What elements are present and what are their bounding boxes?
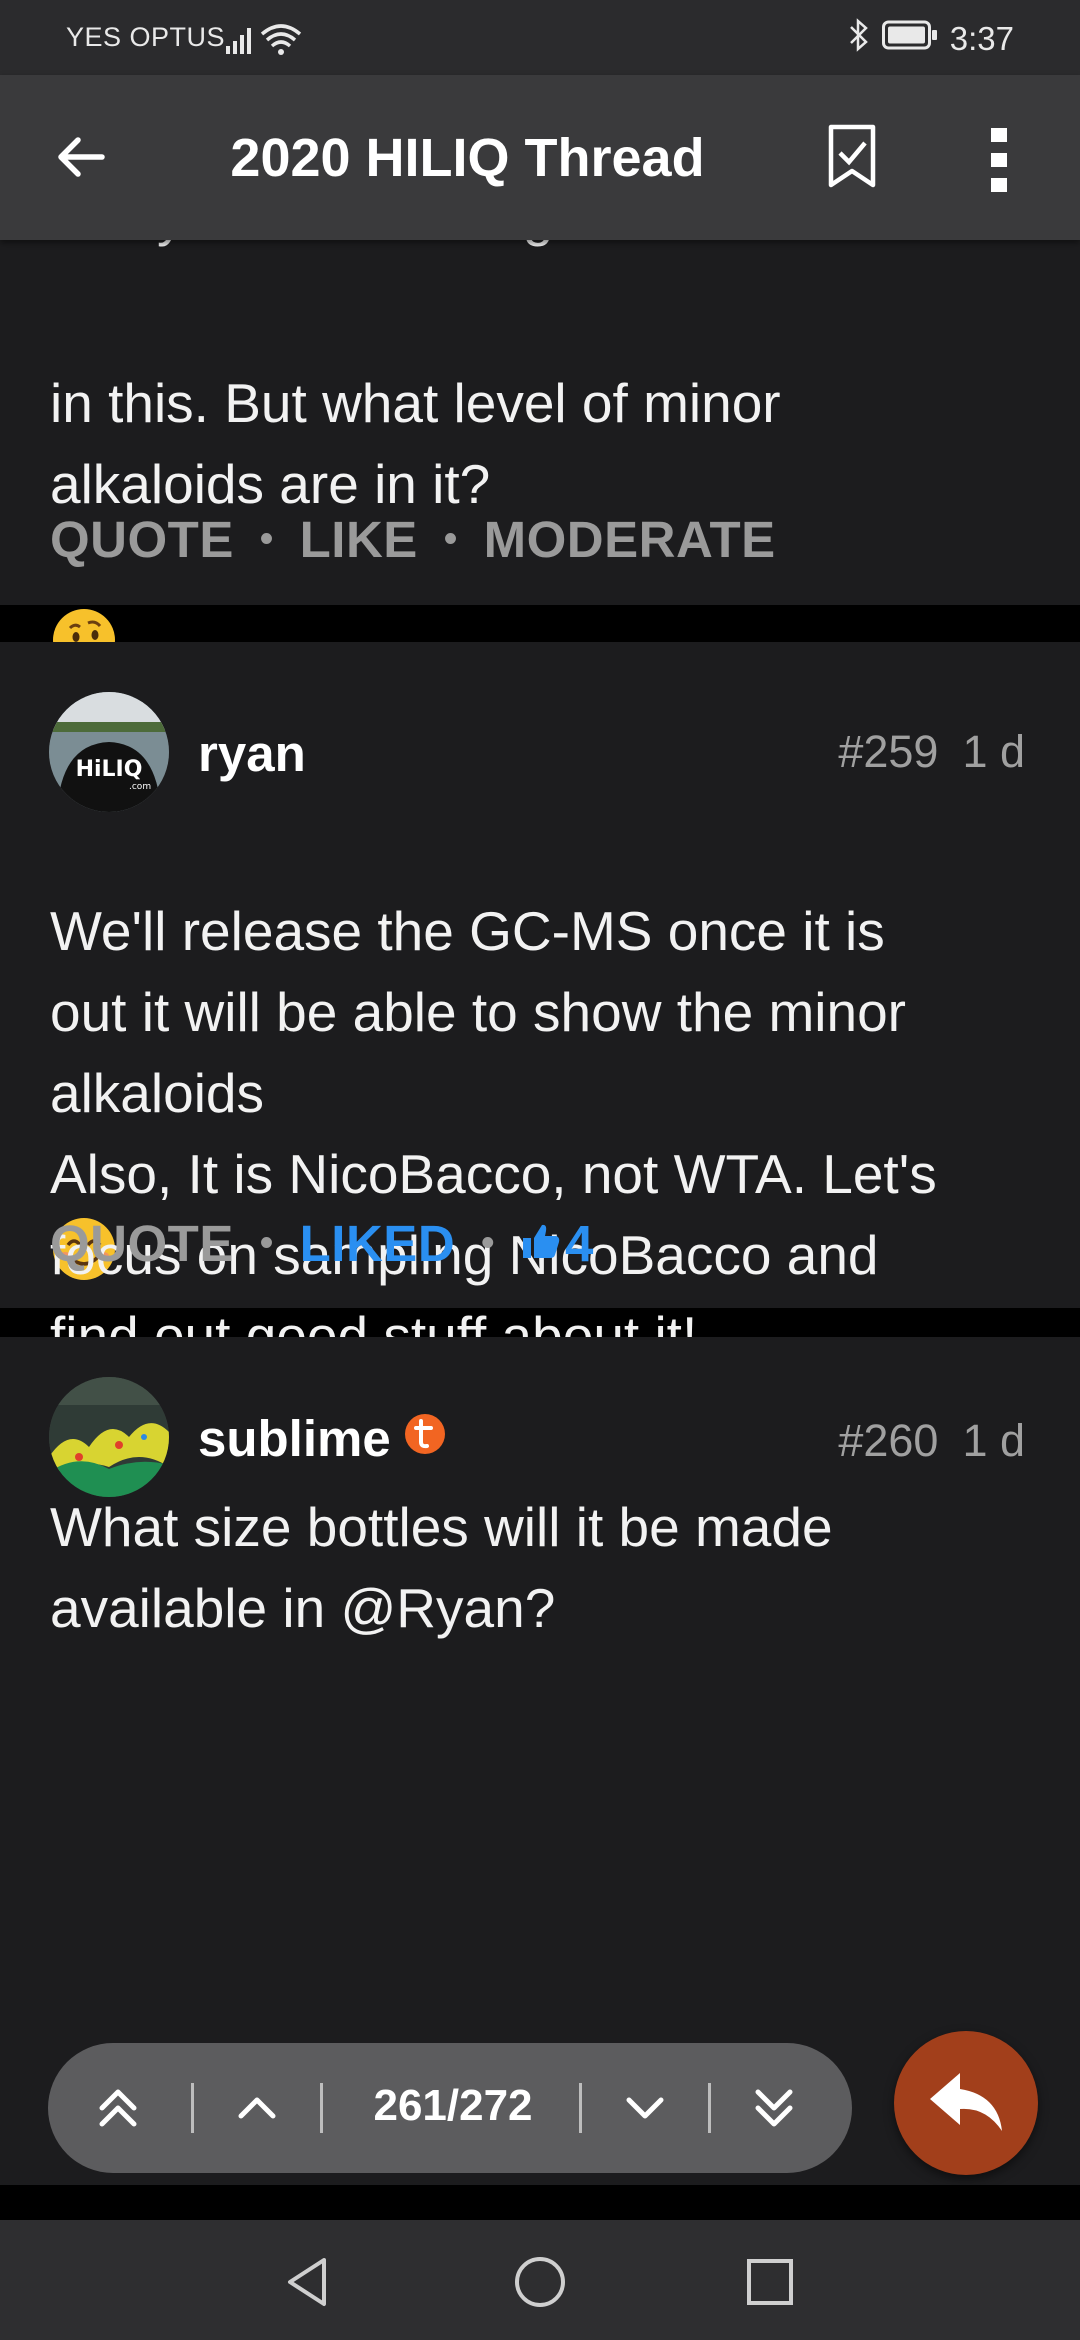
reply-button[interactable]: [894, 2031, 1038, 2175]
post-actions: QUOTE • LIKED • 4: [50, 1214, 594, 1273]
thread-title: 2020 HILIQ Thread: [230, 128, 705, 188]
moderate-button[interactable]: MODERATE: [484, 510, 776, 569]
post-meta: #260 1 d: [814, 1415, 1025, 1467]
svg-text:HiLIQ: HiLIQ: [76, 757, 143, 782]
quote-button[interactable]: QUOTE: [50, 510, 234, 569]
post-author[interactable]: ryan: [198, 724, 306, 783]
separator-dot: •: [481, 1222, 495, 1264]
system-navigation-bar: [0, 2220, 1080, 2340]
post-age: 1 d: [962, 1415, 1025, 1466]
pager-divider: [708, 2083, 711, 2133]
post-author[interactable]: sublime: [198, 1409, 447, 1468]
clock: 3:37: [949, 20, 1014, 57]
post-number[interactable]: #260: [838, 1415, 938, 1466]
jump-to-first-icon[interactable]: [88, 2078, 148, 2138]
post-partial-line: that you offer 100mg nicotine level: [50, 240, 1040, 257]
staff-badge-icon: [403, 1409, 447, 1468]
reply-arrow-icon: [926, 2069, 1006, 2142]
nav-back-icon[interactable]: [280, 2254, 336, 2315]
username[interactable]: ryan: [198, 724, 306, 783]
thumbs-up-icon: [521, 1214, 561, 1273]
pager-divider: [579, 2083, 582, 2133]
post-body-text: We'll release the GC-MS once it is out i…: [50, 900, 906, 1124]
bookmark-icon[interactable]: [825, 123, 879, 194]
post-age: 1 d: [962, 726, 1025, 777]
post-actions: QUOTE • LIKE • MODERATE: [50, 510, 776, 569]
like-count[interactable]: 4: [521, 1214, 594, 1273]
post-item: HiLIQ .com ryan #259 1 d We'll release th…: [0, 642, 1080, 1367]
like-count-value: 4: [564, 1215, 594, 1272]
post-list[interactable]: that you offer 100mg nicotine level in t…: [0, 240, 1080, 2185]
battery-icon: [881, 20, 938, 58]
post-position[interactable]: 261/272: [358, 2081, 548, 2131]
app-bar: 2020 HILIQ Thread: [0, 75, 1080, 240]
more-options-icon[interactable]: [988, 125, 1010, 200]
previous-post-icon[interactable]: [227, 2078, 287, 2138]
next-post-icon[interactable]: [615, 2078, 675, 2138]
pager-divider: [191, 2083, 194, 2133]
jump-to-last-icon[interactable]: [744, 2078, 804, 2138]
status-bar: YES OPTUS 3:37: [0, 0, 1080, 75]
liked-button[interactable]: LIKED: [300, 1214, 456, 1273]
nav-home-icon[interactable]: [512, 2254, 568, 2315]
post-meta: #259 1 d: [814, 726, 1025, 778]
post-body-text: in this. But what level of minor alkaloi…: [50, 372, 781, 515]
avatar[interactable]: HiLIQ .com: [49, 692, 169, 812]
carrier-label: YES OPTUS: [66, 22, 226, 52]
signal-wifi-icons: [226, 22, 306, 63]
nav-recents-icon[interactable]: [742, 2254, 798, 2315]
quote-button[interactable]: QUOTE: [50, 1214, 234, 1273]
post-pager: 261/272: [48, 2043, 852, 2173]
post-body: What size bottles will it be made availa…: [50, 1496, 833, 1639]
post-body: in this. But what level of minor alkaloi…: [50, 282, 1040, 696]
svg-text:.com: .com: [129, 782, 151, 792]
like-button[interactable]: LIKE: [300, 510, 418, 569]
username[interactable]: sublime: [198, 1409, 391, 1468]
separator-dot: •: [443, 518, 458, 560]
pager-divider: [320, 2083, 323, 2133]
separator-dot: •: [259, 1222, 274, 1264]
separator-dot: •: [259, 518, 274, 560]
post-item: that you offer 100mg nicotine level in t…: [0, 240, 1080, 671]
avatar[interactable]: [49, 1377, 169, 1497]
post-number[interactable]: #259: [838, 726, 938, 777]
bluetooth-icon: [848, 18, 870, 60]
